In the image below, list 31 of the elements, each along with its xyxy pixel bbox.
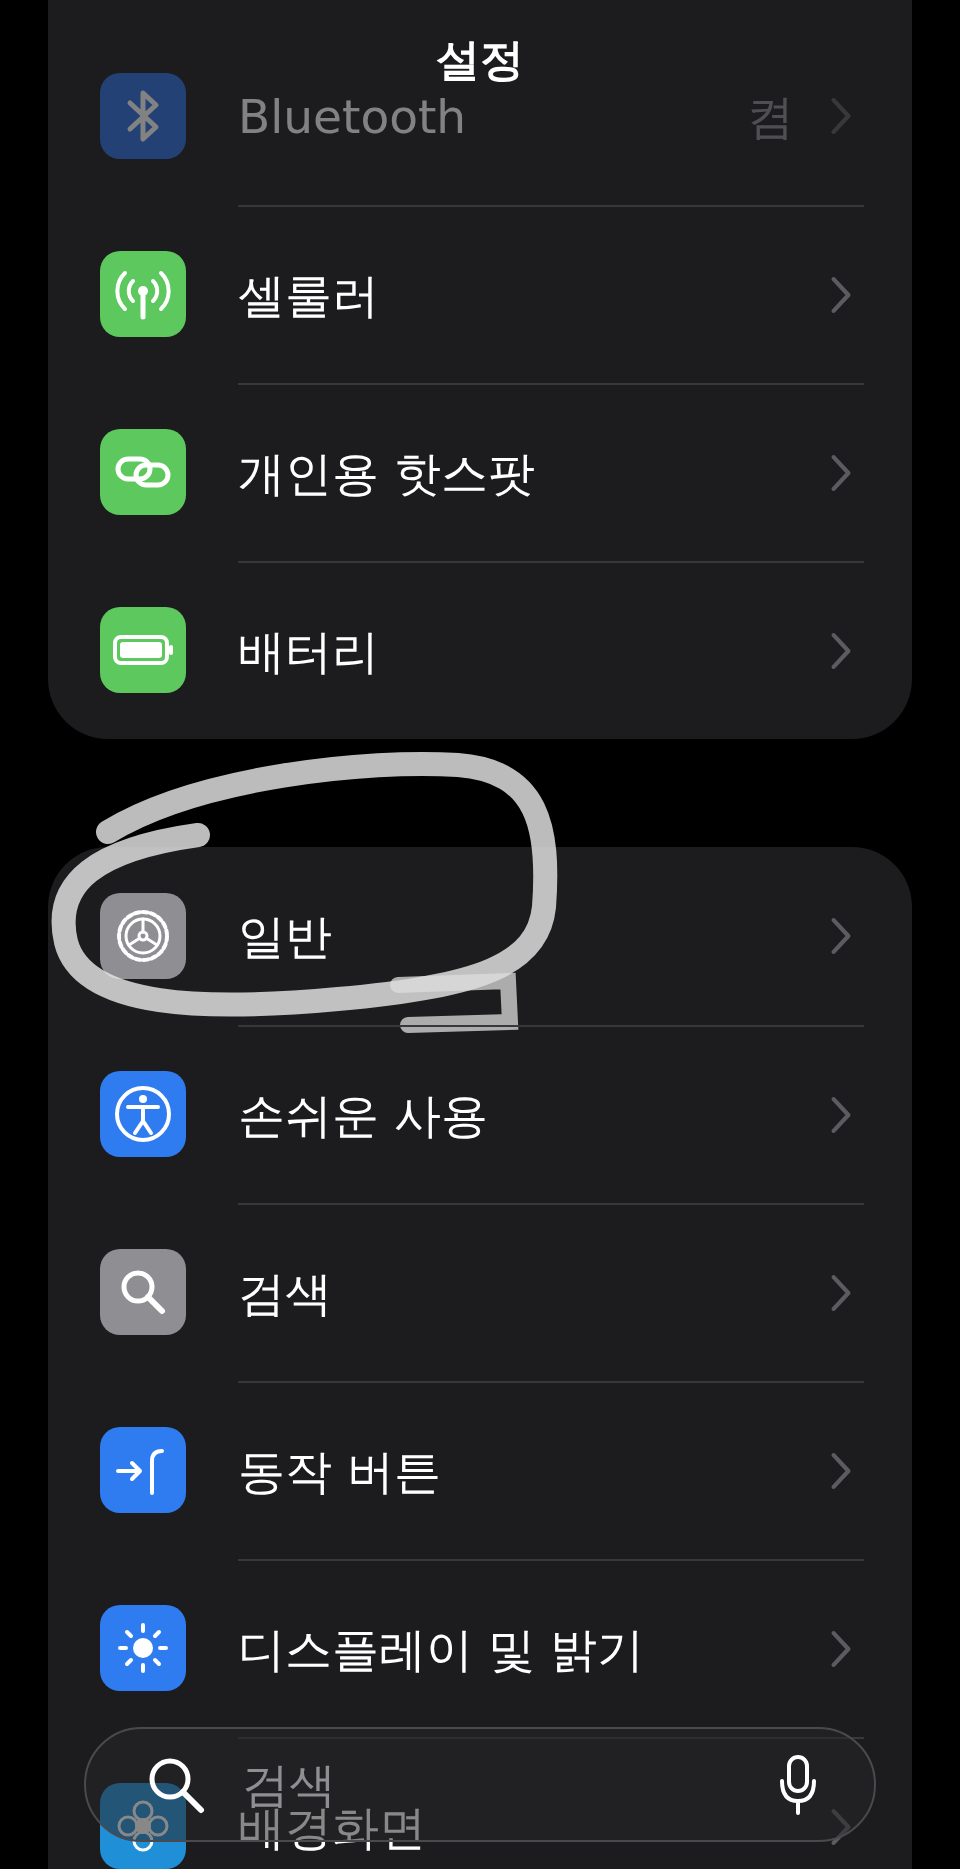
sun-icon	[100, 1605, 186, 1691]
chevron-icon	[830, 1096, 852, 1134]
settings-icon	[100, 893, 186, 979]
row-label[interactable]: Bluetooth	[238, 92, 467, 140]
row-label[interactable]: 일반	[238, 912, 332, 960]
battery-icon	[100, 607, 186, 693]
screen-title: 설정	[435, 38, 525, 82]
row-label[interactable]: 배터리	[238, 627, 379, 675]
row-label[interactable]: 검색	[238, 1269, 332, 1317]
chevron-icon	[830, 1630, 852, 1668]
chevron-icon	[830, 632, 852, 670]
chevron-icon	[830, 1808, 852, 1846]
chevron-icon	[830, 917, 852, 955]
chevron-icon	[830, 276, 852, 314]
flower-icon	[100, 1783, 186, 1869]
chevron-icon	[830, 454, 852, 492]
bluetooth-icon	[100, 73, 186, 159]
row-label[interactable]: 개인용 핫스팟	[238, 449, 535, 497]
antenna-icon	[100, 251, 186, 337]
microphone-icon[interactable]	[778, 1754, 818, 1815]
search-icon	[100, 1249, 186, 1335]
link-icon	[100, 429, 186, 515]
accessibility-icon	[100, 1071, 186, 1157]
chevron-icon	[830, 97, 852, 135]
row-label[interactable]: 동작 버튼	[238, 1447, 441, 1495]
row-label[interactable]: 디스플레이 및 밝기	[238, 1625, 644, 1673]
chevron-icon	[830, 1274, 852, 1312]
row-label[interactable]: 손쉬운 사용	[238, 1091, 488, 1139]
arrow-to-bar-icon	[100, 1427, 186, 1513]
chevron-icon	[830, 1452, 852, 1490]
row-label[interactable]: 셀룰러	[238, 271, 379, 319]
